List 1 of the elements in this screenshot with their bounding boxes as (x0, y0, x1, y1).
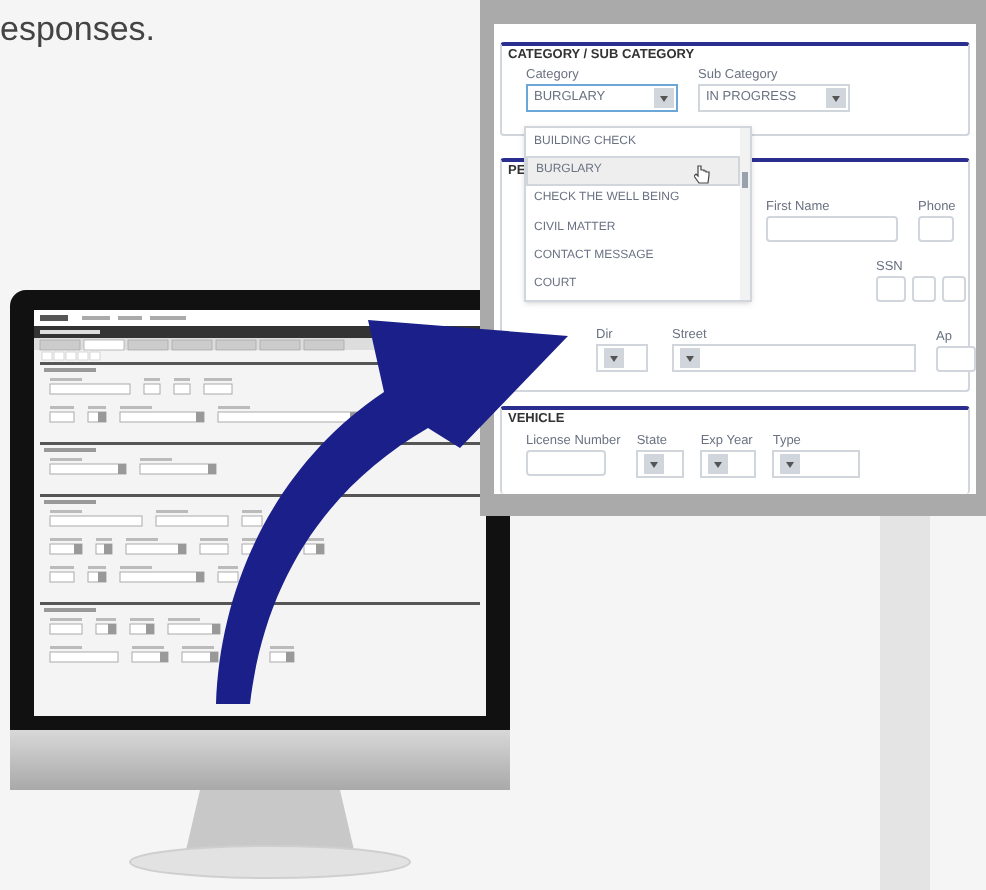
heading: esponses. (0, 8, 155, 52)
